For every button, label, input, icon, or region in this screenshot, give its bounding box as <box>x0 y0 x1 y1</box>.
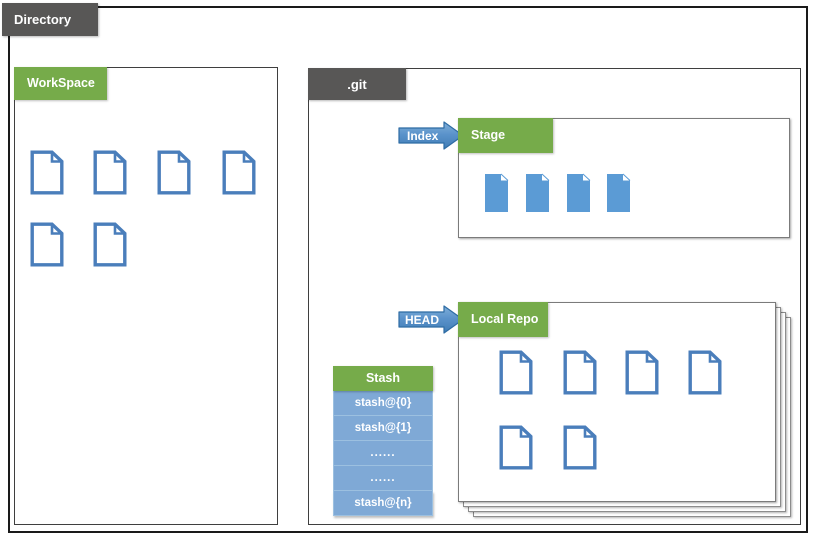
workspace-panel <box>14 67 278 525</box>
document-icon <box>30 222 64 267</box>
document-icon <box>30 150 64 195</box>
stash-row[interactable]: stash@{n} <box>333 491 433 516</box>
stash-row[interactable]: stash@{0} <box>333 391 433 416</box>
document-icon <box>625 350 659 395</box>
document-icon <box>499 350 533 395</box>
stash-table: Stash stash@{0} stash@{1}............ stas… <box>333 366 433 516</box>
staged-file-icon <box>526 173 550 212</box>
document-icon <box>563 350 597 395</box>
diagram-canvas: Index HEAD WorkSpace Stage Local Repo St… <box>0 0 818 539</box>
stash-table-header: Stash <box>333 366 433 391</box>
staged-file-icon <box>567 173 591 212</box>
document-icon <box>563 425 597 470</box>
document-icon <box>157 150 191 195</box>
git-tab-label: .git <box>308 68 406 100</box>
stash-row[interactable]: ...... <box>333 441 433 466</box>
staged-file-icon <box>485 173 509 212</box>
document-icon <box>499 425 533 470</box>
staged-file-icon <box>607 173 631 212</box>
document-icon <box>93 222 127 267</box>
document-icon <box>688 350 722 395</box>
stash-row[interactable]: stash@{1} <box>333 416 433 441</box>
document-icon <box>222 150 256 195</box>
stash-row[interactable]: ...... <box>333 466 433 491</box>
index-arrow-icon <box>398 121 464 150</box>
directory-tab-label: Directory <box>2 3 98 36</box>
head-arrow-icon <box>398 305 464 334</box>
document-icon <box>93 150 127 195</box>
workspace-label: WorkSpace <box>14 67 107 100</box>
stash-row-group: stash@{0} stash@{1}............ stash@{n} <box>333 391 433 516</box>
local-repo-label: Local Repo <box>458 302 548 337</box>
stage-label: Stage <box>458 118 553 153</box>
